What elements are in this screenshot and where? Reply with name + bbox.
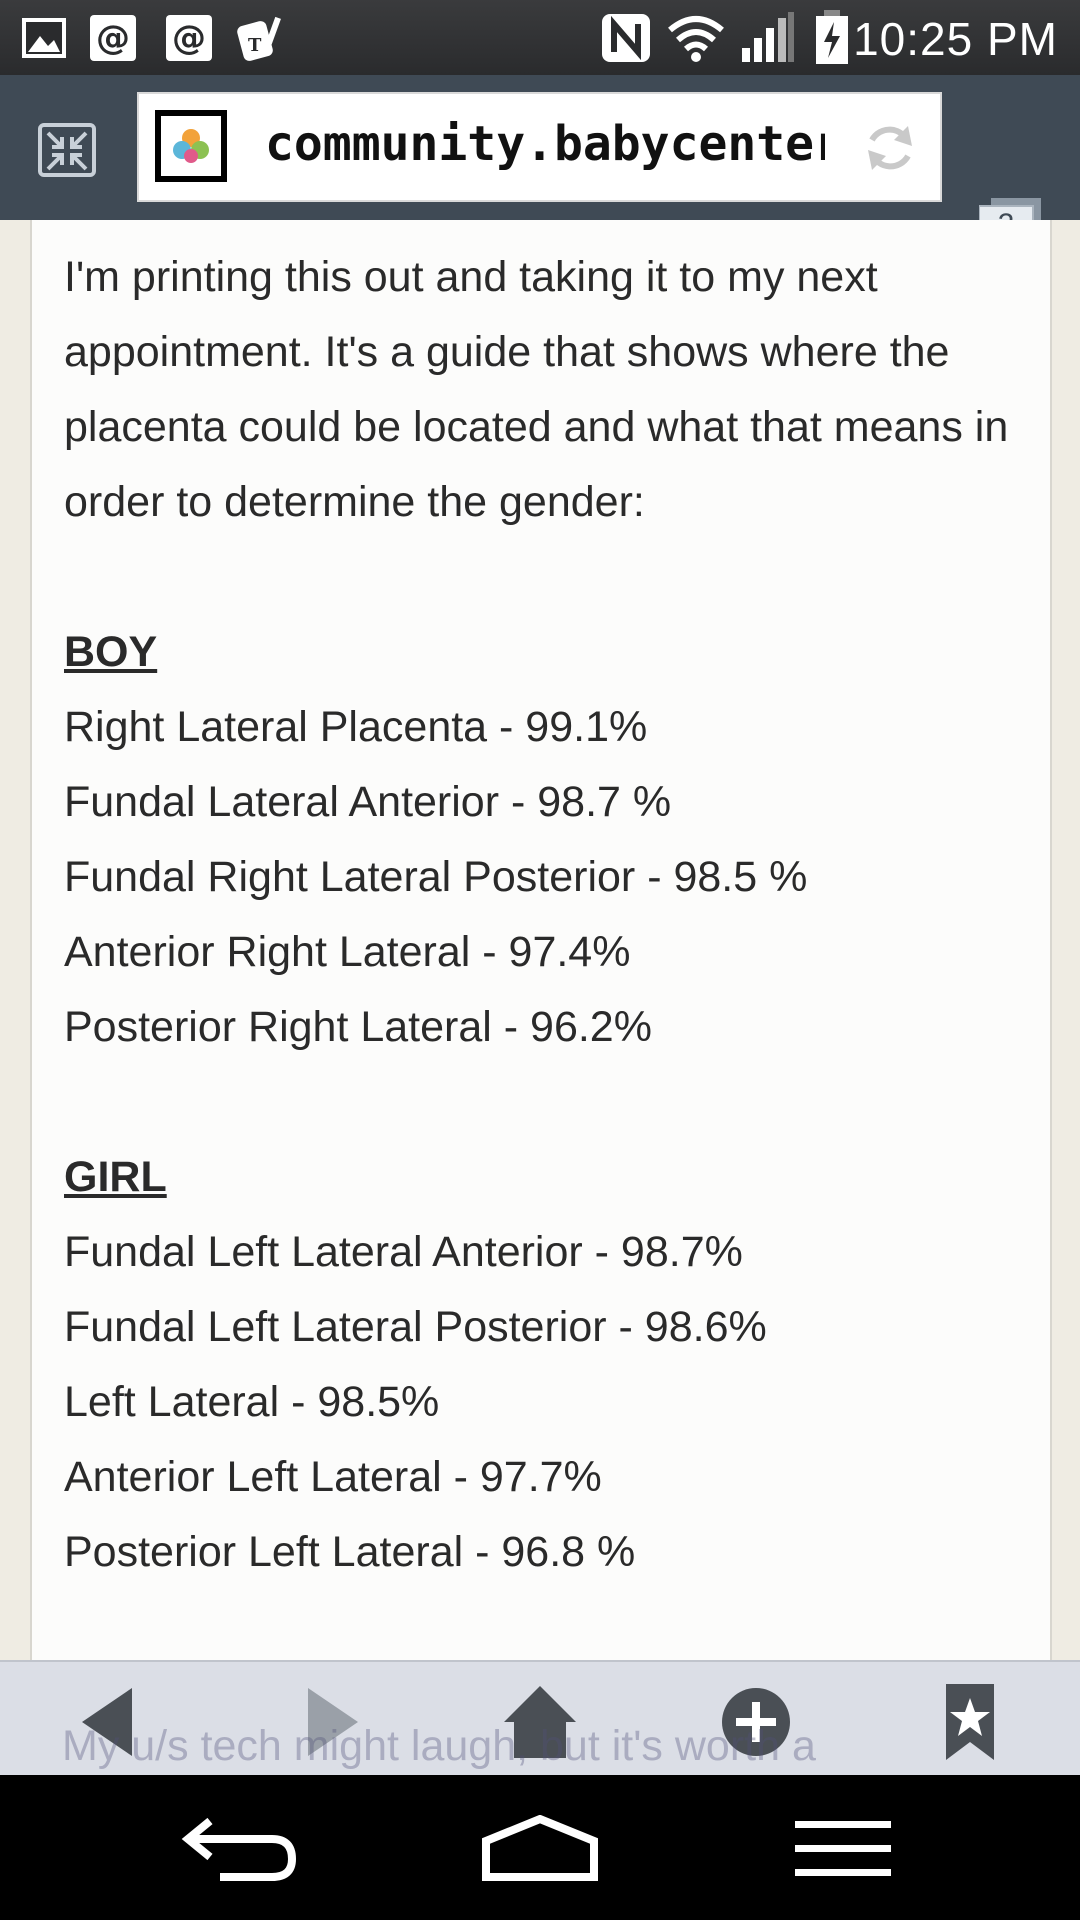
status-bar: @ @ T 10:25 PM xyxy=(0,0,1080,75)
list-item: Fundal Left Lateral Anterior - 98.7% xyxy=(64,1228,743,1276)
list-item: Fundal Right Lateral Posterior - 98.5 % xyxy=(64,853,808,901)
signal-icon xyxy=(740,12,796,62)
image-icon xyxy=(20,17,68,59)
post-intro: I'm printing this out and taking it to m… xyxy=(64,253,1009,526)
refresh-icon[interactable] xyxy=(862,120,918,180)
list-item: Right Lateral Placenta - 99.1% xyxy=(64,703,648,751)
list-item: Anterior Right Lateral - 97.4% xyxy=(64,928,631,976)
url-bar[interactable]: community.babycenter.c xyxy=(137,92,942,202)
carrier-icon: T xyxy=(236,16,286,61)
svg-text:T: T xyxy=(248,35,262,56)
at-icon: @ xyxy=(90,15,136,61)
url-text: community.babycenter.c xyxy=(265,116,825,172)
site-favicon-icon xyxy=(155,110,227,182)
post-body: I'm printing this out and taking it to m… xyxy=(64,240,1024,1590)
wifi-icon xyxy=(666,16,726,62)
nav-back-icon[interactable] xyxy=(180,1815,300,1885)
bookmark-icon[interactable] xyxy=(930,1682,1010,1762)
nfc-icon xyxy=(600,14,652,62)
android-nav-bar xyxy=(0,1775,1080,1920)
list-item: Posterior Left Lateral - 96.8 % xyxy=(64,1528,636,1576)
list-item: Posterior Right Lateral - 96.2% xyxy=(64,1003,652,1051)
at-icon: @ xyxy=(166,15,212,61)
list-item: Anterior Left Lateral - 97.7% xyxy=(64,1453,602,1501)
nav-menu-icon[interactable] xyxy=(785,1815,905,1885)
exit-fullscreen-icon[interactable] xyxy=(34,115,100,181)
page-content: I'm printing this out and taking it to m… xyxy=(30,220,1052,1660)
list-item: Fundal Left Lateral Posterior - 98.6% xyxy=(64,1303,767,1351)
list-item: Left Lateral - 98.5% xyxy=(64,1378,440,1426)
girl-heading: GIRL xyxy=(64,1153,167,1201)
overlapping-post-text: My u/s tech might laugh, but it's worth … xyxy=(62,1722,816,1770)
status-clock: 10:25 PM xyxy=(853,13,1058,65)
boy-heading: BOY xyxy=(64,628,158,676)
nav-home-icon[interactable] xyxy=(480,1814,600,1885)
battery-icon xyxy=(814,10,850,64)
list-item: Fundal Lateral Anterior - 98.7 % xyxy=(64,778,672,826)
